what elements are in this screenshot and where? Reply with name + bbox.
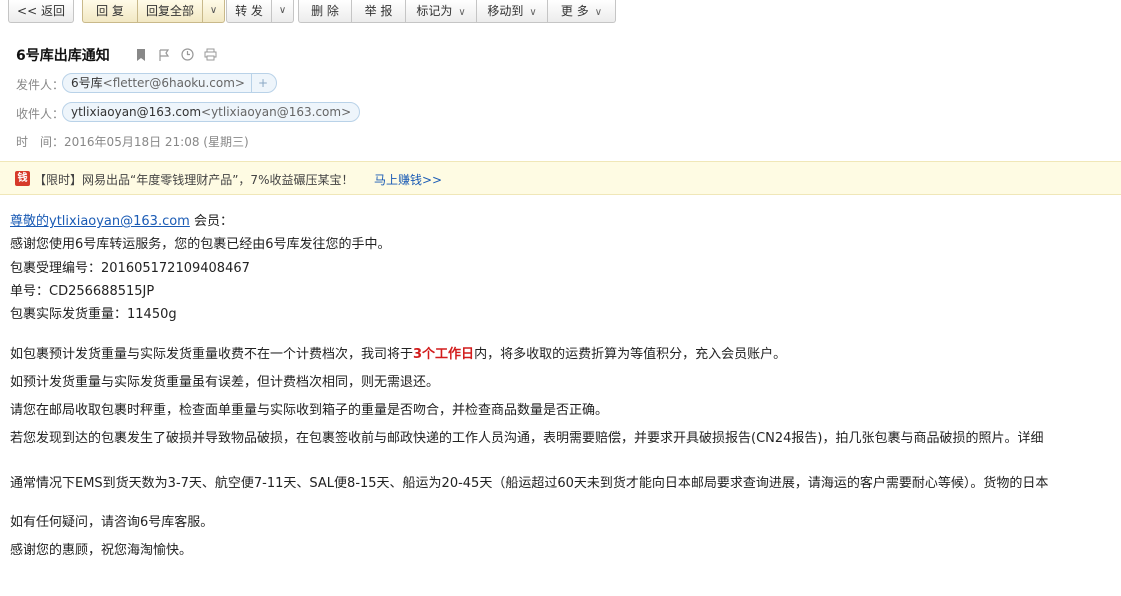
reply-all-dropdown-chevron-icon[interactable]: ∨ bbox=[203, 0, 225, 23]
body-line-4: 包裹实际发货重量：11450g bbox=[10, 307, 177, 322]
back-button[interactable]: << 返回 bbox=[8, 0, 74, 23]
body-paragraph-5: 通常情况下EMS到货天数为3-7天、航空便7-11天、SAL便8-15天、船运为… bbox=[10, 476, 1049, 491]
more-button[interactable]: 更 多 ∨ bbox=[547, 0, 616, 23]
reply-all-button[interactable]: 回复全部 bbox=[137, 0, 203, 23]
recipient-address: <ytlixiaoyan@163.com> bbox=[201, 105, 352, 119]
print-icon[interactable] bbox=[203, 48, 217, 62]
body-paragraph-6: 如有任何疑问，请咨询6号库客服。 bbox=[10, 515, 214, 530]
greeting-suffix: 会员： bbox=[189, 214, 233, 229]
more-label: 更 多 bbox=[560, 4, 589, 18]
time-label: 时 间： bbox=[16, 135, 65, 149]
ad-bar: 钱 【限时】网易出品“年度零钱理财产品”，7%收益碾压某宝！ 马上赚钱>> bbox=[0, 161, 1121, 195]
sender-name: 6号库 bbox=[71, 76, 103, 90]
ad-link[interactable]: 马上赚钱>> bbox=[374, 171, 442, 188]
forward-button[interactable]: 转 发 bbox=[226, 0, 272, 23]
chevron-down-icon: ∨ bbox=[529, 7, 537, 18]
clock-icon[interactable] bbox=[180, 48, 194, 62]
body-paragraph-3: 请您在邮局收取包裹时秤重，检查面单重量与实际收到箱子的重量是否吻合，并检查商品数… bbox=[10, 403, 609, 418]
p1-highlight: 3个工作日 bbox=[413, 347, 475, 362]
sender-address: <fletter@6haoku.com> bbox=[102, 76, 245, 90]
chevron-down-icon: ∨ bbox=[458, 7, 466, 18]
body-paragraph-7: 感谢您的惠顾，祝您海淘愉快。 bbox=[10, 543, 193, 558]
greeting-link[interactable]: 尊敬的ytlixiaoyan@163.com bbox=[10, 214, 190, 229]
delete-button[interactable]: 删 除 bbox=[298, 0, 352, 23]
money-icon: 钱 bbox=[15, 171, 30, 186]
add-contact-icon[interactable]: + bbox=[250, 74, 268, 92]
mark-as-button[interactable]: 标记为 ∨ bbox=[405, 0, 477, 23]
chevron-down-icon: ∨ bbox=[594, 7, 603, 18]
time-row: 时 间：2016年05月18日 21:08 (星期三) bbox=[16, 133, 249, 150]
flag-icon[interactable] bbox=[157, 49, 171, 63]
move-to-button[interactable]: 移动到 ∨ bbox=[476, 0, 548, 23]
greeting: 尊敬的ytlixiaoyan@163.com 会员： bbox=[10, 210, 233, 229]
ad-text: 【限时】网易出品“年度零钱理财产品”，7%收益碾压某宝！ bbox=[34, 173, 354, 187]
p1-post: 内，将多收取的运费折算为等值积分，充入会员账户。 bbox=[474, 347, 787, 362]
subject-icons bbox=[134, 46, 221, 62]
report-button[interactable]: 举 报 bbox=[351, 0, 406, 23]
reply-button[interactable]: 回 复 bbox=[82, 0, 138, 23]
p1-pre: 如包裹预计发货重量与实际发货重量收费不在一个计费档次，我司将于 bbox=[10, 347, 414, 362]
from-label: 发件人： bbox=[16, 78, 65, 92]
body-line-3: 单号：CD256688515JP bbox=[10, 284, 155, 299]
time-value: 2016年05月18日 21:08 (星期三) bbox=[64, 135, 249, 149]
mark-as-label: 标记为 bbox=[416, 4, 453, 18]
body-paragraph-1: 如包裹预计发货重量与实际发货重量收费不在一个计费档次，我司将于3个工作日内，将多… bbox=[10, 343, 786, 362]
body-line-1: 感谢您使用6号库转运服务，您的包裹已经由6号库发往您的手中。 bbox=[10, 237, 391, 252]
to-label: 收件人： bbox=[16, 107, 65, 121]
bookmark-icon[interactable] bbox=[134, 49, 148, 63]
recipient-pill[interactable]: ytlixiaoyan@163.com<ytlixiaoyan@163.com> bbox=[62, 102, 361, 122]
email-subject: 6号库出库通知 bbox=[16, 48, 110, 64]
move-to-label: 移动到 bbox=[487, 4, 524, 18]
toolbar: << 返回 回 复 回复全部 ∨ 转 发 ∨ 删 除 举 报 标记为 ∨ 移动到 ∨… bbox=[0, 0, 1121, 26]
body-paragraph-2: 如预计发货重量与实际发货重量虽有误差，但计费档次相同，则无需退还。 bbox=[10, 375, 440, 390]
body-line-2: 包裹受理编号：201605172109408467 bbox=[10, 261, 250, 276]
sender-pill[interactable]: 6号库<fletter@6haoku.com> + bbox=[62, 73, 278, 93]
forward-dropdown-chevron-icon[interactable]: ∨ bbox=[272, 0, 294, 23]
recipient-name: ytlixiaoyan@163.com bbox=[71, 105, 202, 119]
body-paragraph-4: 若您发现到达的包裹发生了破损并导致物品破损，在包裹签收前与邮政快递的工作人员沟通… bbox=[10, 431, 1044, 446]
